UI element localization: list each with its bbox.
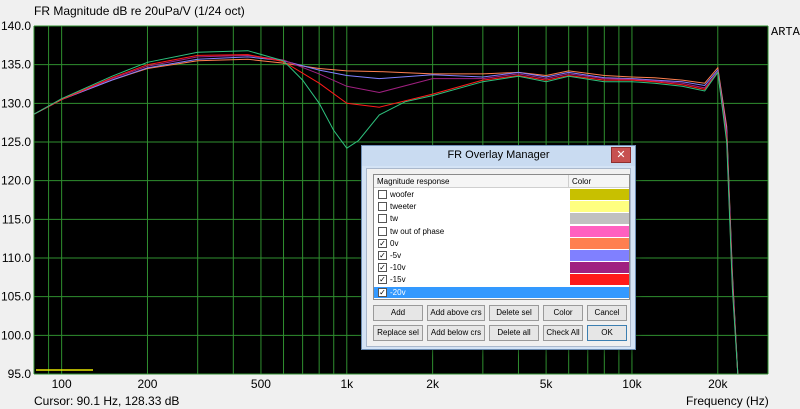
row-checkbox[interactable]: ✓: [378, 287, 387, 297]
y-axis-ticks: 95.0 100.0 105.0 110.0 115.0 120.0 125.0 130.0 1…: [1, 19, 31, 381]
table-row[interactable]: tw out of phase: [374, 225, 629, 238]
y-tick-label: 115.0: [2, 212, 31, 226]
row-name: tw: [390, 214, 398, 224]
check-all-button[interactable]: Check All: [543, 325, 583, 341]
y-tick-label: 105.0: [1, 290, 31, 304]
y-tick-label: 130.0: [1, 96, 31, 110]
y-tick-label: 110.0: [2, 251, 31, 265]
close-button[interactable]: ✕: [611, 147, 631, 163]
row-checkbox[interactable]: ✓: [378, 251, 387, 260]
color-swatch[interactable]: [570, 189, 629, 200]
dialog-body: Magnitude response Color woofer tweeter tw…: [366, 168, 631, 347]
row-name: woofer: [390, 190, 415, 199]
y-tick-label: 140.0: [1, 19, 31, 33]
x-axis-label: Frequency (Hz): [686, 394, 769, 408]
row-checkbox[interactable]: ✓: [378, 263, 387, 273]
delete-sel-button[interactable]: Delete sel: [489, 305, 539, 321]
x-tick-label: 100: [52, 377, 72, 391]
delete-all-button[interactable]: Delete all: [489, 325, 539, 341]
row-name: -15v: [390, 275, 406, 285]
x-tick-label: 1k: [340, 377, 354, 391]
row-checkbox[interactable]: ✓: [378, 238, 387, 248]
add-button[interactable]: Add: [373, 305, 423, 321]
table-row[interactable]: ✓ -5v: [374, 250, 629, 262]
row-name: tw out of phase: [390, 226, 445, 236]
table-row[interactable]: ✓ 0v: [374, 237, 629, 250]
y-tick-label: 120.0: [1, 174, 31, 188]
x-tick-label: 10k: [622, 377, 642, 391]
x-tick-label: 20k: [708, 377, 728, 391]
color-swatch[interactable]: [570, 286, 629, 298]
row-checkbox[interactable]: [378, 226, 387, 236]
cancel-button[interactable]: Cancel: [587, 305, 627, 321]
add-below-crs-button[interactable]: Add below crs: [427, 325, 485, 341]
overlay-table: Magnitude response Color woofer tweeter tw…: [373, 174, 630, 300]
replace-sel-button[interactable]: Replace sel: [373, 325, 423, 341]
row-name: 0v: [390, 238, 399, 248]
cursor-readout: Cursor: 90.1 Hz, 128.33 dB: [34, 394, 180, 408]
fr-overlay-manager-dialog: FR Overlay Manager ✕ Magnitude response …: [361, 145, 636, 350]
dialog-titlebar[interactable]: FR Overlay Manager ✕: [362, 146, 635, 166]
color-button[interactable]: Color: [543, 305, 583, 321]
column-header-magnitude[interactable]: Magnitude response: [377, 177, 450, 186]
color-swatch[interactable]: [570, 201, 629, 213]
column-header-color[interactable]: Color: [572, 177, 591, 186]
x-axis-ticks: 100 200 500 1k 2k 5k 10k 20k: [52, 377, 729, 391]
x-tick-label: 200: [137, 377, 157, 391]
table-row[interactable]: tweeter: [374, 201, 629, 213]
color-swatch[interactable]: [570, 237, 629, 249]
color-swatch[interactable]: [570, 250, 629, 261]
row-checkbox[interactable]: [378, 202, 387, 212]
x-tick-label: 500: [251, 377, 271, 391]
y-tick-label: 125.0: [1, 135, 31, 149]
row-checkbox[interactable]: ✓: [378, 275, 387, 285]
y-tick-label: 95.0: [8, 367, 32, 381]
y-tick-label: 100.0: [1, 328, 31, 342]
row-name: -10v: [390, 263, 406, 273]
color-swatch[interactable]: [570, 225, 629, 237]
row-name: tweeter: [390, 202, 417, 212]
row-checkbox[interactable]: [378, 214, 387, 224]
row-checkbox[interactable]: [378, 190, 387, 199]
row-name: -20v: [390, 287, 406, 297]
x-tick-label: 2k: [426, 377, 440, 391]
color-swatch[interactable]: [570, 213, 629, 225]
arta-window: FR Magnitude dB re 20uPa/V (1/24 oct) AR…: [0, 0, 800, 409]
color-swatch[interactable]: [570, 274, 629, 286]
dialog-title: FR Overlay Manager: [447, 149, 550, 161]
table-row[interactable]: ✓ -10v: [374, 262, 629, 274]
ok-button[interactable]: OK: [587, 325, 627, 341]
column-divider: [568, 175, 569, 188]
y-tick-label: 135.0: [1, 58, 31, 72]
table-header: Magnitude response Color: [374, 175, 629, 188]
x-tick-label: 5k: [540, 377, 554, 391]
add-above-crs-button[interactable]: Add above crs: [427, 305, 485, 321]
table-row[interactable]: tw: [374, 213, 629, 225]
table-row[interactable]: ✓ -20v: [374, 286, 629, 299]
table-row[interactable]: woofer: [374, 189, 629, 201]
row-name: -5v: [390, 251, 402, 260]
color-swatch[interactable]: [570, 262, 629, 274]
table-row[interactable]: ✓ -15v: [374, 274, 629, 286]
